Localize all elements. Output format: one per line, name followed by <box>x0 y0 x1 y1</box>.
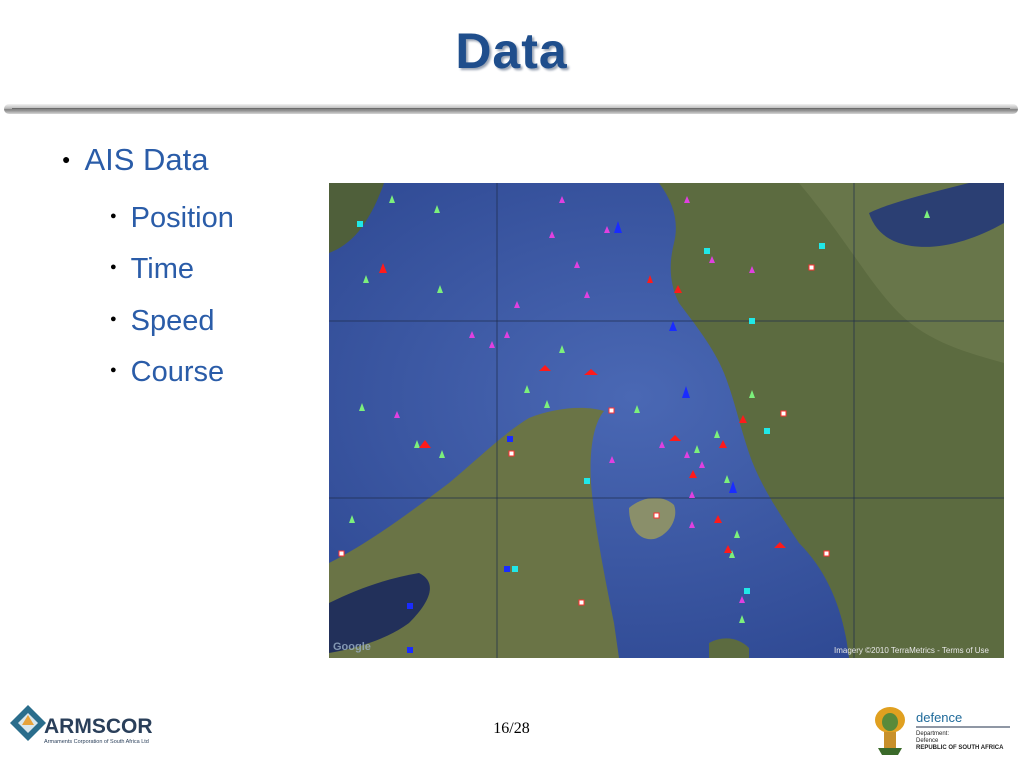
vessel-marker-tug <box>504 566 510 572</box>
slide-title: Data <box>455 23 568 79</box>
vessel-marker-moored <box>338 550 345 557</box>
defence-department: Department: <box>916 731 949 737</box>
vessel-marker-moored <box>508 450 515 457</box>
vessel-marker-moored <box>653 512 660 519</box>
vessel-marker-other <box>512 566 518 572</box>
bullet-label: AIS Data <box>84 142 209 177</box>
vessel-marker-other <box>704 248 710 254</box>
sub-bullet-speed: ● Speed <box>110 305 215 338</box>
vessel-marker-other <box>357 221 363 227</box>
vessel-marker-tug <box>407 603 413 609</box>
defence-name: defence <box>916 710 962 725</box>
vessel-marker-other <box>819 243 825 249</box>
map-attribution: Imagery ©2010 TerraMetrics - Terms of Us… <box>834 646 990 655</box>
bullet-dot-icon: ● <box>110 210 117 223</box>
bullet-dot-icon: ● <box>110 364 117 377</box>
armscor-logo: ARMSCOR Armaments Corporation of South A… <box>10 705 153 745</box>
title-divider <box>4 104 1018 114</box>
vessel-marker-other <box>764 428 770 434</box>
sub-bullet-time: ● Time <box>110 253 194 286</box>
vessel-marker-moored <box>578 599 585 606</box>
sub-bullet-label: Time <box>130 253 195 285</box>
vessel-marker-tug <box>407 647 413 653</box>
vessel-marker-moored <box>780 410 787 417</box>
vessel-marker-tug <box>507 436 513 442</box>
sub-bullet-label: Course <box>130 356 225 388</box>
coat-of-arms-icon <box>875 707 905 755</box>
bullet-dot-icon: ● <box>110 261 117 274</box>
defence-subtitle: Defence <box>916 738 939 744</box>
ais-map-image: Imagery ©2010 TerraMetrics - Terms of Us… <box>329 183 1004 658</box>
armscor-name: ARMSCOR <box>44 715 153 738</box>
vessel-marker-moored <box>823 550 830 557</box>
bullet-dot-icon: ● <box>62 150 71 167</box>
google-logo: Google <box>333 641 371 653</box>
vessel-marker-other <box>584 478 590 484</box>
defence-country: REPUBLIC OF SOUTH AFRICA <box>916 745 1004 751</box>
vessel-marker-other <box>744 588 750 594</box>
bullet-ais-data: ● AIS Data <box>62 142 209 178</box>
sub-bullet-label: Speed <box>130 305 215 337</box>
defence-logo: defence Department: Defence REPUBLIC OF … <box>875 707 1010 755</box>
sub-bullet-label: Position <box>130 202 234 234</box>
vessel-marker-moored <box>808 264 815 271</box>
sub-bullet-position: ● Position <box>110 202 234 235</box>
bullet-dot-icon: ● <box>110 313 117 326</box>
sub-bullet-course: ● Course <box>110 356 224 389</box>
vessel-marker-other <box>749 318 755 324</box>
armscor-tagline: Armaments Corporation of South Africa Lt… <box>44 739 149 745</box>
vessel-marker-moored <box>608 407 615 414</box>
